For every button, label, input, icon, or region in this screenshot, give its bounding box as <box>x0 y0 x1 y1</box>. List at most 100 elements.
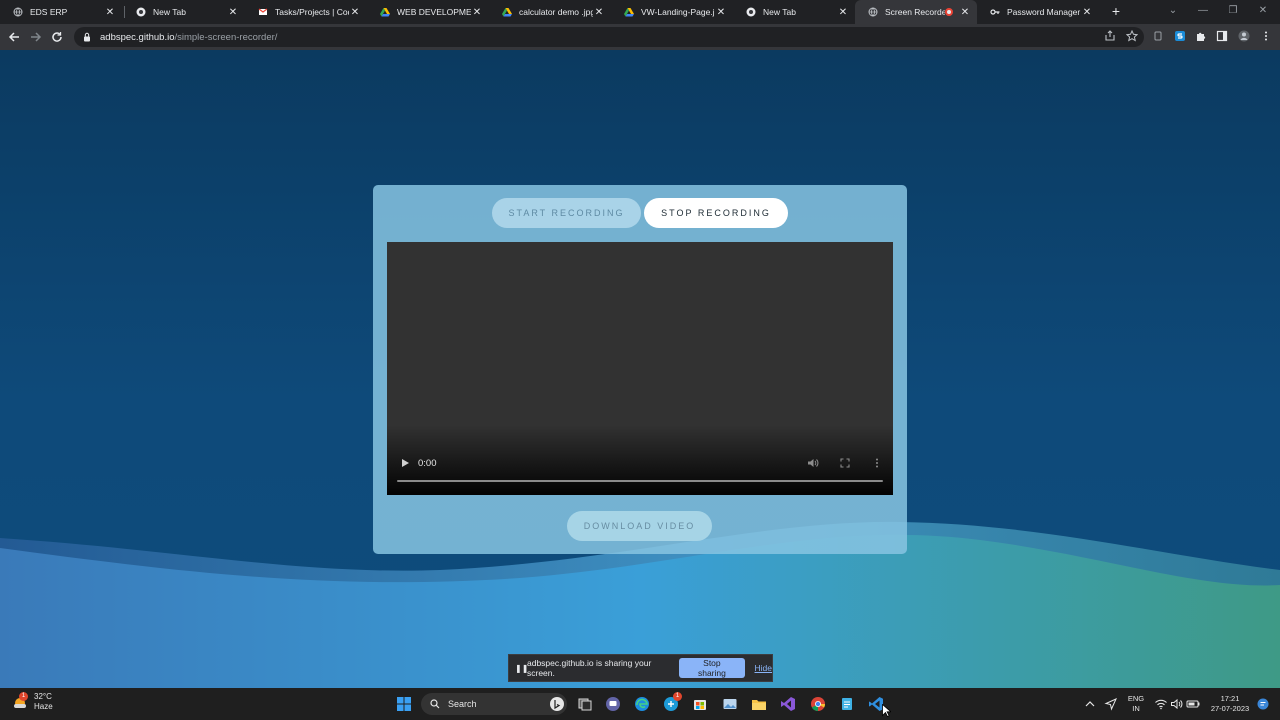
windows-taskbar: 1 32°C Haze Search 1 ENG IN 17:21 27-07-20… <box>0 688 1280 720</box>
notification-center-icon[interactable] <box>1256 697 1270 711</box>
share-icon[interactable] <box>1103 29 1117 43</box>
download-video-button[interactable]: DOWNLOAD VIDEO <box>567 511 712 541</box>
play-icon[interactable] <box>400 458 410 468</box>
taskbar-search[interactable]: Search <box>421 693 567 715</box>
language-indicator[interactable]: ENG IN <box>1126 688 1146 720</box>
puzzle-extensions-icon[interactable] <box>1194 29 1208 43</box>
close-icon[interactable]: ✕ <box>715 7 727 18</box>
more-options-icon[interactable] <box>871 457 883 469</box>
minimize-icon[interactable]: — <box>1188 0 1218 24</box>
url-host: adbspec.github.io <box>100 31 175 43</box>
teams-app-icon[interactable]: 1 <box>661 692 682 714</box>
tab-label: calculator demo .jpg <box>519 7 593 17</box>
tab-calculator-demo[interactable]: calculator demo .jpg ✕ <box>489 0 611 24</box>
edge-browser-icon[interactable] <box>632 694 652 714</box>
forward-arrow-icon[interactable] <box>27 28 45 46</box>
weather-temp: 32°C <box>34 692 52 701</box>
video-progress-track[interactable] <box>397 480 883 482</box>
pause-grip-icon[interactable]: ❚❚ <box>515 664 528 673</box>
stop-recording-button[interactable]: STOP RECORDING <box>644 198 788 228</box>
start-recording-button[interactable]: START RECORDING <box>492 198 641 228</box>
close-icon[interactable]: ✕ <box>227 7 239 18</box>
tab-tasks-projects[interactable]: Tasks/Projects | CodSo ✕ <box>245 0 367 24</box>
tab-eds-erp[interactable]: EDS ERP ✕ <box>0 0 122 24</box>
tab-label: Screen Recorder <box>885 7 945 17</box>
stop-sharing-button[interactable]: Stop sharing <box>679 658 745 678</box>
tab-label: New Tab <box>763 7 796 17</box>
tab-screen-recorder[interactable]: Screen Recorder ✕ <box>855 0 977 24</box>
location-arrow-icon[interactable] <box>1104 697 1118 711</box>
volume-tray-icon[interactable] <box>1170 697 1184 711</box>
photos-icon[interactable] <box>720 694 740 714</box>
tab-label: VW-Landing-Page.jpg <box>641 7 715 17</box>
lang-line1: ENG <box>1127 694 1145 703</box>
notification-badge: 1 <box>673 692 682 701</box>
screen-share-bar: ❚❚ adbspec.github.io is sharing your scr… <box>508 654 773 682</box>
close-icon[interactable]: ✕ <box>593 7 605 18</box>
wifi-icon[interactable] <box>1154 697 1168 711</box>
chevron-up-icon[interactable] <box>1083 697 1097 711</box>
close-icon[interactable]: ✕ <box>1081 7 1093 18</box>
close-icon[interactable]: ✕ <box>104 7 116 18</box>
share-message: adbspec.github.io is sharing your screen… <box>527 658 652 678</box>
tab-strip: EDS ERP ✕ New Tab ✕ Tasks/Projects | Cod… <box>0 0 1280 24</box>
url-path: /simple-screen-recorder/ <box>174 31 278 43</box>
tab-label: WEB DEVELOPMENT I <box>397 7 471 17</box>
tab-new-tab-2[interactable]: New Tab ✕ <box>733 0 855 24</box>
file-explorer-icon[interactable] <box>749 694 769 714</box>
mouse-cursor-icon <box>882 704 891 717</box>
notepad-icon[interactable] <box>837 694 857 714</box>
browser-toolbar: adbspec.github.io/simple-screen-recorder… <box>0 24 1280 50</box>
bing-chat-icon[interactable] <box>547 694 567 714</box>
microsoft-store-icon[interactable] <box>690 694 710 714</box>
search-icon <box>430 699 440 709</box>
close-icon[interactable]: ✕ <box>959 7 971 18</box>
globe-icon <box>868 7 878 17</box>
close-icon[interactable]: ✕ <box>837 7 849 18</box>
tab-label: EDS ERP <box>30 7 68 17</box>
tab-vw-landing-page[interactable]: VW-Landing-Page.jpg ✕ <box>611 0 733 24</box>
close-window-icon[interactable]: ✕ <box>1248 0 1278 24</box>
recorder-card: START RECORDING STOP RECORDING 0:00 DOWN… <box>373 185 907 554</box>
restore-icon[interactable]: ❐ <box>1218 0 1248 24</box>
volume-icon[interactable] <box>807 457 819 469</box>
weather-widget[interactable]: 1 32°C Haze <box>12 692 53 712</box>
task-view-icon[interactable] <box>575 694 595 714</box>
reload-icon[interactable] <box>48 28 66 46</box>
teams-chat-icon[interactable] <box>603 694 623 714</box>
tab-search-chevron-icon[interactable]: ⌄ <box>1158 0 1188 24</box>
hide-link[interactable]: Hide <box>755 663 772 673</box>
new-tab-plus-icon[interactable]: + <box>1108 3 1124 19</box>
address-bar[interactable]: adbspec.github.io/simple-screen-recorder… <box>74 27 1144 47</box>
tab-password-manager[interactable]: Password Manager ✕ <box>977 0 1099 24</box>
tab-label: New Tab <box>153 7 186 17</box>
more-menu-icon[interactable] <box>1259 29 1273 43</box>
windows-start-icon[interactable] <box>394 694 414 714</box>
tab-web-development[interactable]: WEB DEVELOPMENT I ✕ <box>367 0 489 24</box>
visual-studio-icon[interactable] <box>778 694 798 714</box>
close-icon[interactable]: ✕ <box>349 7 361 18</box>
extension-menu-icon[interactable] <box>1151 29 1165 43</box>
back-arrow-icon[interactable] <box>5 28 23 46</box>
tab-label: Tasks/Projects | CodSo <box>275 7 349 17</box>
chrome-taskbar-icon[interactable] <box>808 694 828 714</box>
profile-avatar-icon[interactable] <box>1237 29 1251 43</box>
clock[interactable]: 17:21 27-07-2023 <box>1206 688 1254 720</box>
key-icon <box>990 7 1000 17</box>
video-player[interactable]: 0:00 <box>387 242 893 495</box>
fullscreen-icon[interactable] <box>839 457 851 469</box>
extension-s-icon[interactable] <box>1173 29 1187 43</box>
tab-new-tab[interactable]: New Tab ✕ <box>123 0 245 24</box>
lock-icon <box>84 32 90 42</box>
search-label: Search <box>448 699 477 709</box>
weather-sun-icon: 1 <box>12 692 28 710</box>
bookmark-star-icon[interactable] <box>1125 29 1139 43</box>
globe-icon <box>13 7 23 17</box>
drive-icon <box>624 7 634 17</box>
side-panel-icon[interactable] <box>1215 29 1229 43</box>
lang-line2: IN <box>1132 704 1140 713</box>
close-icon[interactable]: ✕ <box>471 7 483 18</box>
weather-badge: 1 <box>19 692 28 701</box>
gmail-icon <box>258 7 268 17</box>
battery-icon[interactable] <box>1186 697 1200 711</box>
